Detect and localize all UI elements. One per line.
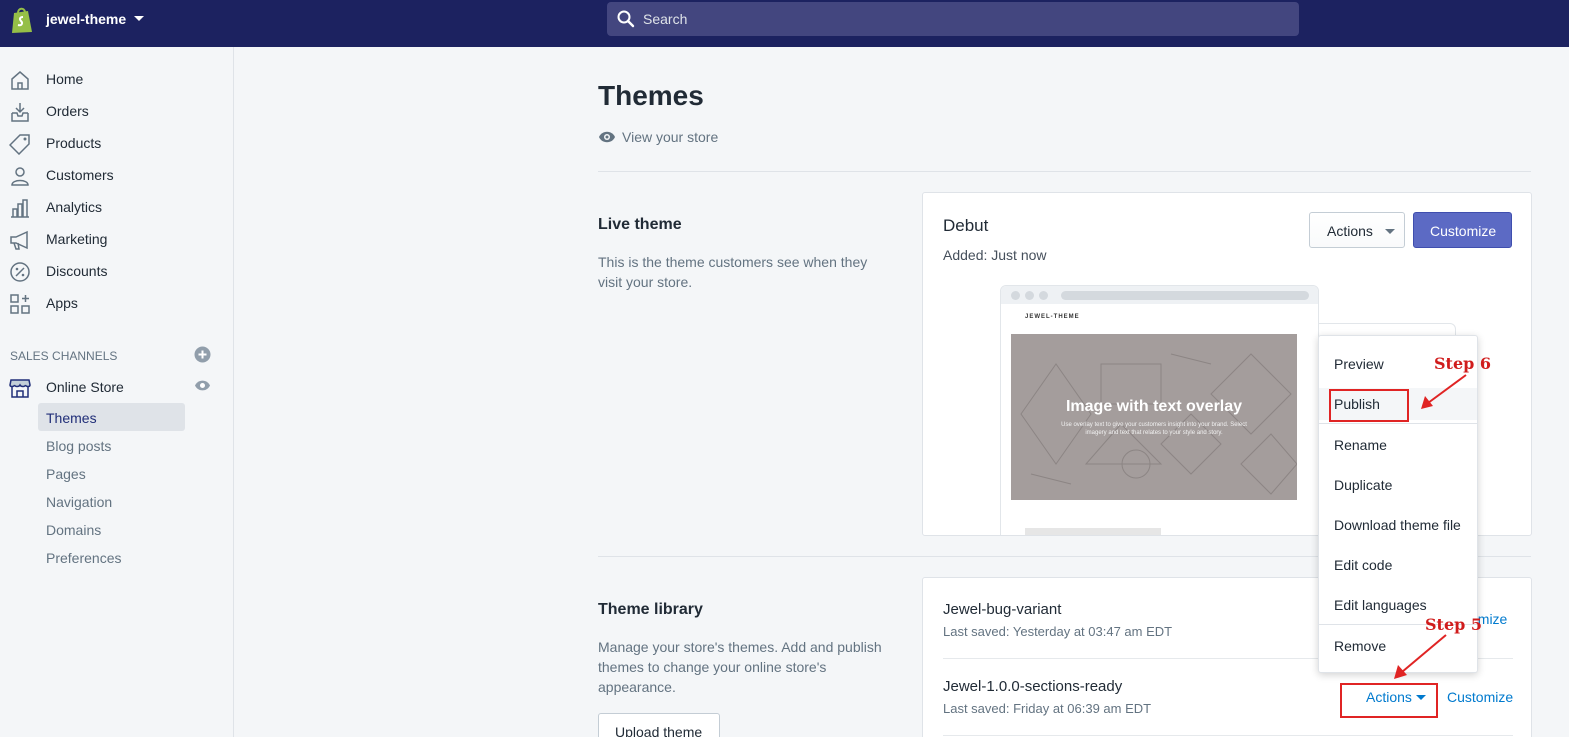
library-theme-customize-link[interactable]: Customize xyxy=(1447,689,1513,705)
theme-library-description: Manage your store's themes. Add and publ… xyxy=(598,639,882,695)
search-input[interactable]: Search xyxy=(607,2,1299,36)
sidebar-item-analytics[interactable]: Analytics xyxy=(0,191,234,223)
menu-item-rename[interactable]: Rename xyxy=(1319,429,1477,461)
customize-label: Customize xyxy=(1430,223,1497,239)
sidebar-item-marketing[interactable]: Marketing xyxy=(0,223,234,255)
menu-item-edit-code[interactable]: Edit code xyxy=(1319,549,1477,581)
menu-item-label: Remove xyxy=(1334,638,1387,654)
sidebar: Home Orders Products Customers Analytics… xyxy=(0,47,234,737)
browser-dot xyxy=(1025,291,1034,300)
menu-item-label: Edit code xyxy=(1334,557,1393,573)
menu-item-label: Edit languages xyxy=(1334,597,1427,613)
home-icon xyxy=(11,71,29,90)
sidebar-item-label: Products xyxy=(46,135,102,151)
sidebar-subitem-themes[interactable]: Themes xyxy=(46,410,97,426)
store-icon xyxy=(9,379,31,398)
sidebar-subitem-navigation[interactable]: Navigation xyxy=(46,494,112,510)
menu-item-label: Duplicate xyxy=(1334,477,1393,493)
search-icon xyxy=(617,10,635,28)
menu-divider xyxy=(1319,423,1477,424)
menu-item-remove[interactable]: Remove xyxy=(1319,630,1477,662)
library-theme-saved: Last saved: Friday at 06:39 am EDT xyxy=(943,701,1152,716)
live-theme-customize-button[interactable]: Customize xyxy=(1413,212,1512,248)
browser-dot xyxy=(1011,291,1020,300)
top-bar: jewel-theme Search xyxy=(0,0,1569,47)
step-6-label: Step 6 xyxy=(1434,354,1492,373)
orders-icon xyxy=(11,103,29,122)
view-store-eye-icon[interactable] xyxy=(194,379,211,392)
actions-highlight-box xyxy=(1340,683,1438,718)
menu-item-label: Rename xyxy=(1334,437,1387,453)
browser-bar xyxy=(1001,286,1318,304)
live-theme-description: This is the theme customers see when the… xyxy=(598,254,868,290)
step-5-label: Step 5 xyxy=(1425,615,1483,634)
view-store-label: View your store xyxy=(622,129,719,145)
apps-icon xyxy=(10,294,30,314)
megaphone-icon xyxy=(10,230,28,250)
preview-hero-subtitle: Use overlay text to give your customers … xyxy=(1061,422,1247,436)
live-theme-actions-button[interactable]: Actions xyxy=(1309,212,1405,248)
person-icon xyxy=(11,167,29,186)
menu-item-label: Download theme file xyxy=(1334,517,1461,533)
sidebar-item-label: Home xyxy=(46,71,84,87)
page-title: Themes xyxy=(598,80,704,111)
menu-item-download-theme-file[interactable]: Download theme file xyxy=(1319,509,1477,541)
bar-chart-icon xyxy=(11,199,29,218)
discount-icon xyxy=(10,262,30,282)
sidebar-item-label: Online Store xyxy=(46,379,124,395)
actions-label: Actions xyxy=(1327,223,1373,239)
sidebar-item-label: Customers xyxy=(46,167,114,183)
caret-down-icon xyxy=(1385,229,1395,234)
preview-hero-image: Image with text overlay Use overlay text… xyxy=(1011,334,1297,500)
eye-icon xyxy=(599,131,615,143)
store-name[interactable]: jewel-theme xyxy=(46,11,126,27)
browser-url-bar xyxy=(1061,291,1309,300)
sidebar-subitem-preferences[interactable]: Preferences xyxy=(46,550,121,566)
preview-illustration xyxy=(1020,353,1297,495)
preview-placeholder-bar xyxy=(1025,528,1161,535)
tag-icon xyxy=(9,134,30,155)
sidebar-item-label: Apps xyxy=(46,295,78,311)
sidebar-item-home[interactable]: Home xyxy=(0,63,234,95)
sidebar-item-customers[interactable]: Customers xyxy=(0,159,234,191)
sidebar-subitem-blog-posts[interactable]: Blog posts xyxy=(46,438,111,454)
browser-dot xyxy=(1039,291,1048,300)
publish-highlight-box xyxy=(1329,389,1409,422)
preview-hero-title: Image with text overlay xyxy=(1065,398,1243,415)
row-divider xyxy=(943,735,1513,736)
section-divider xyxy=(598,171,1531,172)
menu-item-duplicate[interactable]: Duplicate xyxy=(1319,469,1477,501)
theme-preview-desktop: JEWEL-THEME Image with text overlay Use … xyxy=(1000,285,1319,535)
menu-item-label: Preview xyxy=(1334,356,1384,372)
theme-library-heading: Theme library xyxy=(598,601,703,618)
sales-channels-title: SALES CHANNELS xyxy=(10,349,118,363)
live-theme-added: Added: Just now xyxy=(943,247,1047,263)
search-placeholder: Search xyxy=(643,11,688,27)
sidebar-item-orders[interactable]: Orders xyxy=(0,95,234,127)
library-theme-saved: Last saved: Yesterday at 03:47 am EDT xyxy=(943,624,1173,639)
library-theme-name: Jewel-bug-variant xyxy=(943,601,1062,618)
live-theme-name: Debut xyxy=(943,216,989,235)
upload-theme-button[interactable]: Upload theme xyxy=(598,713,720,737)
sidebar-item-label: Discounts xyxy=(46,263,108,279)
sidebar-item-label: Marketing xyxy=(46,231,108,247)
sidebar-item-discounts[interactable]: Discounts xyxy=(0,255,234,287)
library-theme-name: Jewel-1.0.0-sections-ready xyxy=(943,678,1123,695)
sidebar-subitem-domains[interactable]: Domains xyxy=(46,522,101,538)
sidebar-item-products[interactable]: Products xyxy=(0,127,234,159)
caret-down-icon[interactable] xyxy=(134,16,144,21)
sidebar-item-label: Orders xyxy=(46,103,89,119)
preview-brand: JEWEL-THEME xyxy=(1025,314,1080,320)
upload-theme-label: Upload theme xyxy=(615,724,703,737)
sidebar-subitem-pages[interactable]: Pages xyxy=(46,466,86,482)
sidebar-item-label: Analytics xyxy=(46,199,103,215)
shopify-bag-icon[interactable] xyxy=(10,6,34,34)
add-channel-icon[interactable] xyxy=(194,346,211,363)
sidebar-item-apps[interactable]: Apps xyxy=(0,287,234,319)
live-theme-heading: Live theme xyxy=(598,216,682,233)
